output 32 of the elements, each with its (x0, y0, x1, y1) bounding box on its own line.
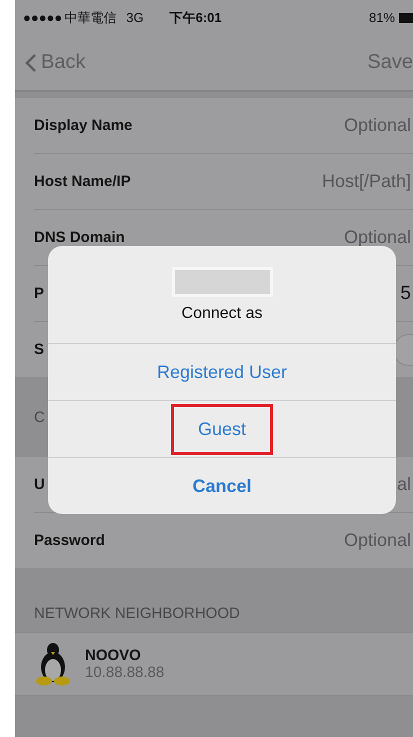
network-type: 3G (126, 10, 144, 25)
alert-action-button[interactable]: Registered User (156, 362, 288, 382)
signal-dots: ●●●●● (23, 10, 62, 25)
alert-action-button[interactable]: Cancel (192, 476, 252, 496)
row-label: DNS Domain (34, 229, 125, 246)
host-row[interactable]: NOOVO 10.88.88.88 (15, 632, 413, 696)
row-label: U (34, 476, 45, 493)
battery-icon (399, 12, 413, 22)
carrier-name: 中華電信 (64, 8, 116, 26)
row-label: Password (34, 532, 105, 549)
section-header: C (34, 408, 45, 426)
penguin-icon (35, 642, 71, 686)
text-field[interactable]: al (261, 474, 411, 495)
battery-percent: 81% (368, 10, 395, 25)
alert-message: Connect as (182, 304, 262, 322)
text-field[interactable]: Optional (261, 115, 411, 136)
alert-action-button[interactable]: Guest (170, 404, 274, 454)
text-field[interactable]: Host[/Path] (261, 171, 411, 192)
host-address: 10.88.88.88 (85, 664, 164, 681)
back-button[interactable]: Back (25, 51, 86, 74)
field-value: 5 (400, 282, 411, 304)
row-label: Display Name (34, 117, 132, 134)
save-button[interactable]: Save (367, 51, 413, 74)
row-label: Host Name/IP (34, 173, 131, 190)
row-label: S (34, 341, 44, 358)
chevron-icon (25, 52, 37, 72)
row-label: P (34, 285, 44, 302)
text-field[interactable]: Optional (261, 227, 411, 248)
section-header: NETWORK NEIGHBORHOOD (34, 605, 240, 622)
host-name: NOOVO (85, 647, 142, 664)
text-field[interactable]: Optional (261, 530, 411, 551)
status-time: 下午6:01 (170, 8, 222, 26)
